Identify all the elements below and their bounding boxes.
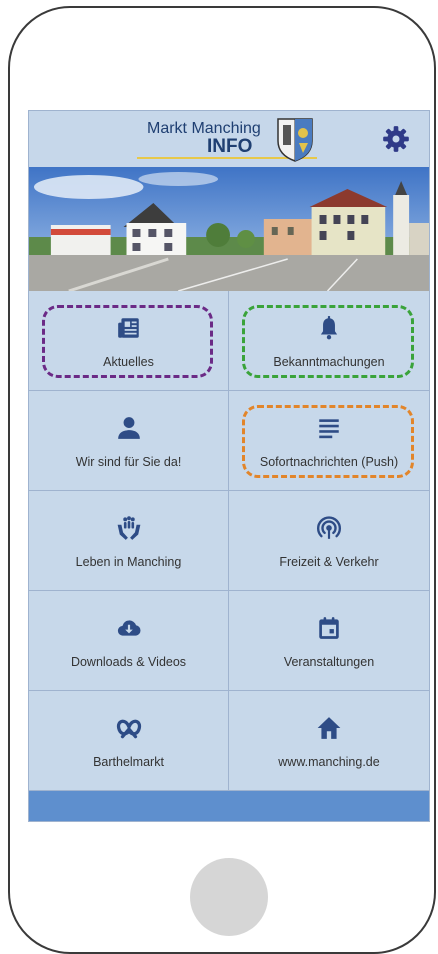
tile-downloads-videos[interactable]: Downloads & Videos xyxy=(29,591,229,691)
bell-icon xyxy=(320,316,338,340)
tile-freizeit-verkehr[interactable]: Freizeit & Verkehr xyxy=(229,491,429,591)
tile-label: Leben in Manching xyxy=(75,555,182,569)
person-icon xyxy=(117,417,140,439)
caring-hands-icon xyxy=(117,516,140,540)
bottom-bar xyxy=(29,791,429,821)
tile-bekanntmachungen[interactable]: Bekanntmachungen xyxy=(229,291,429,391)
newspaper-icon xyxy=(117,318,139,338)
settings-gear-icon[interactable] xyxy=(382,125,410,153)
calendar-icon xyxy=(319,617,339,639)
tile-label: Aktuelles xyxy=(103,355,154,369)
menu-grid: Aktuelles Bekanntmachungen Wir sind für … xyxy=(29,291,429,791)
app-screen: Markt Manching INFO Aktuelles Bekanntmac… xyxy=(28,110,430,822)
radio-signal-icon xyxy=(316,516,342,539)
tile-website[interactable]: www.manching.de xyxy=(229,691,429,791)
tile-label: www.manching.de xyxy=(278,755,380,769)
tile-wir-sind-fuer-sie-da[interactable]: Wir sind für Sie da! xyxy=(29,391,229,491)
town-panorama-image xyxy=(29,167,429,291)
tile-label: Barthelmarkt xyxy=(93,755,164,769)
coat-of-arms-logo xyxy=(277,118,313,162)
tile-label: Freizeit & Verkehr xyxy=(279,555,379,569)
tile-barthelmarkt[interactable]: Barthelmarkt xyxy=(29,691,229,791)
tile-sofortnachrichten[interactable]: Sofortnachrichten (Push) xyxy=(229,391,429,491)
tile-aktuelles[interactable]: Aktuelles xyxy=(29,291,229,391)
phone-home-button[interactable] xyxy=(190,858,268,936)
tile-label: Veranstaltungen xyxy=(283,655,375,669)
tile-label: Wir sind für Sie da! xyxy=(75,455,182,469)
tile-label: Bekanntmachungen xyxy=(273,355,385,369)
app-title-line2: INFO xyxy=(207,136,253,157)
text-lines-icon xyxy=(319,419,339,439)
app-header: Markt Manching INFO xyxy=(29,111,429,168)
tile-leben-in-manching[interactable]: Leben in Manching xyxy=(29,491,229,591)
tile-label: Sofortnachrichten (Push) xyxy=(259,455,399,469)
tile-label: Downloads & Videos xyxy=(70,655,187,669)
tile-veranstaltungen[interactable]: Veranstaltungen xyxy=(229,591,429,691)
cloud-download-icon xyxy=(117,620,140,636)
pretzel-icon xyxy=(116,719,141,739)
home-icon xyxy=(317,717,341,739)
